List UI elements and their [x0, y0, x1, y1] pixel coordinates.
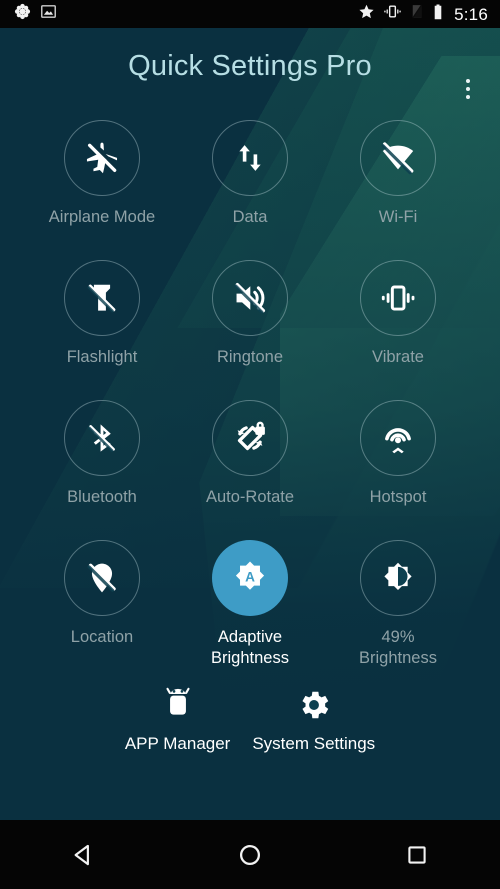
tile-ring [64, 120, 140, 196]
tile-label-line1: Adaptive [217, 628, 283, 646]
tile-label: Adaptive Brightness [211, 627, 289, 669]
recents-square-icon[interactable] [369, 820, 465, 889]
shortcut-label: APP Manager [124, 734, 231, 753]
flower-notification-icon [14, 3, 31, 25]
tile-label: Wi-Fi [378, 208, 418, 226]
tile-label: Bluetooth [67, 488, 137, 506]
navigation-bar [0, 820, 500, 889]
flashlight-off-icon [87, 284, 116, 313]
tile-vibrate[interactable]: Vibrate [324, 254, 472, 394]
back-triangle-icon[interactable] [35, 820, 131, 889]
tile-ring [212, 120, 288, 196]
phone-screen: 5:16 Quick Settings Pro Airplane Mode Da… [0, 0, 500, 889]
tile-label-line1: 49% [381, 628, 415, 646]
tile-ring [64, 400, 140, 476]
shortcut-row: APP Manager System Settings [0, 682, 500, 754]
tile-hotspot[interactable]: Hotspot [324, 394, 472, 534]
tile-label: Data [232, 208, 268, 226]
tile-label: Airplane Mode [48, 208, 156, 226]
tile-data[interactable]: Data [176, 114, 324, 254]
tile-ring [360, 120, 436, 196]
tile-ring [64, 540, 140, 616]
tile-location[interactable]: Location [28, 534, 176, 674]
tile-label: Vibrate [372, 348, 424, 366]
status-bar-clock: 5:16 [454, 4, 488, 24]
vibrate-icon [381, 285, 415, 311]
status-bar: 5:16 [0, 0, 500, 28]
tile-label: Location [70, 628, 134, 646]
app-bar: Quick Settings Pro [0, 28, 500, 114]
tile-label: 49% Brightness [359, 627, 437, 669]
status-bar-left-icons [0, 3, 57, 25]
sim-off-icon [410, 3, 424, 25]
vibrate-icon [383, 3, 402, 25]
tile-brightness[interactable]: 49% Brightness [324, 534, 472, 674]
tile-label: Hotspot [369, 488, 427, 506]
app-content: Quick Settings Pro Airplane Mode Data Wi… [0, 28, 500, 820]
volume-off-icon [234, 282, 266, 314]
brightness-icon [384, 562, 412, 591]
tile-adaptive-brightness[interactable]: A Adaptive Brightness [176, 534, 324, 674]
tile-ring [212, 400, 288, 476]
overflow-dot [466, 79, 470, 83]
home-circle-icon[interactable] [202, 820, 298, 889]
battery-full-icon [432, 3, 444, 26]
tile-bluetooth[interactable]: Bluetooth [28, 394, 176, 534]
star-icon [358, 3, 375, 25]
quick-settings-grid: Airplane Mode Data Wi-Fi Flashlight Ring… [0, 114, 500, 674]
tile-ring [64, 260, 140, 336]
status-bar-right-icons: 5:16 [358, 3, 500, 26]
rotation-locked-icon [237, 421, 265, 451]
overflow-menu-icon[interactable] [454, 72, 482, 106]
tile-label: Flashlight [66, 348, 138, 366]
tile-label-line2: Brightness [359, 649, 437, 667]
tile-ring [360, 260, 436, 336]
airplane-off-icon [86, 142, 118, 174]
location-off-icon [87, 563, 116, 593]
tile-auto-rotate[interactable]: Auto-Rotate [176, 394, 324, 534]
tile-ring [360, 400, 436, 476]
svg-text:A: A [245, 569, 255, 584]
android-robot-icon [161, 682, 195, 728]
tile-ring-active: A [212, 540, 288, 616]
hotspot-icon [385, 428, 411, 454]
tile-label: Ringtone [216, 348, 284, 366]
tile-ringtone[interactable]: Ringtone [176, 254, 324, 394]
brightness-auto-icon: A [235, 561, 265, 590]
tile-airplane-mode[interactable]: Airplane Mode [28, 114, 176, 254]
shortcut-label: System Settings [252, 734, 376, 753]
tile-flashlight[interactable]: Flashlight [28, 254, 176, 394]
wifi-off-icon [381, 142, 414, 175]
tile-ring [212, 260, 288, 336]
page-title: Quick Settings Pro [128, 50, 372, 82]
gear-icon [296, 682, 332, 728]
tile-wifi[interactable]: Wi-Fi [324, 114, 472, 254]
tile-label-line2: Brightness [211, 649, 289, 667]
overflow-dot [466, 87, 470, 91]
image-notification-icon [40, 3, 57, 25]
tile-ring [360, 540, 436, 616]
bluetooth-off-icon [88, 424, 115, 452]
overflow-dot [466, 95, 470, 99]
shortcut-system-settings[interactable]: System Settings [252, 682, 375, 754]
tile-label: Auto-Rotate [205, 488, 295, 506]
data-arrows-icon [239, 145, 261, 171]
shortcut-app-manager[interactable]: APP Manager [124, 682, 231, 754]
